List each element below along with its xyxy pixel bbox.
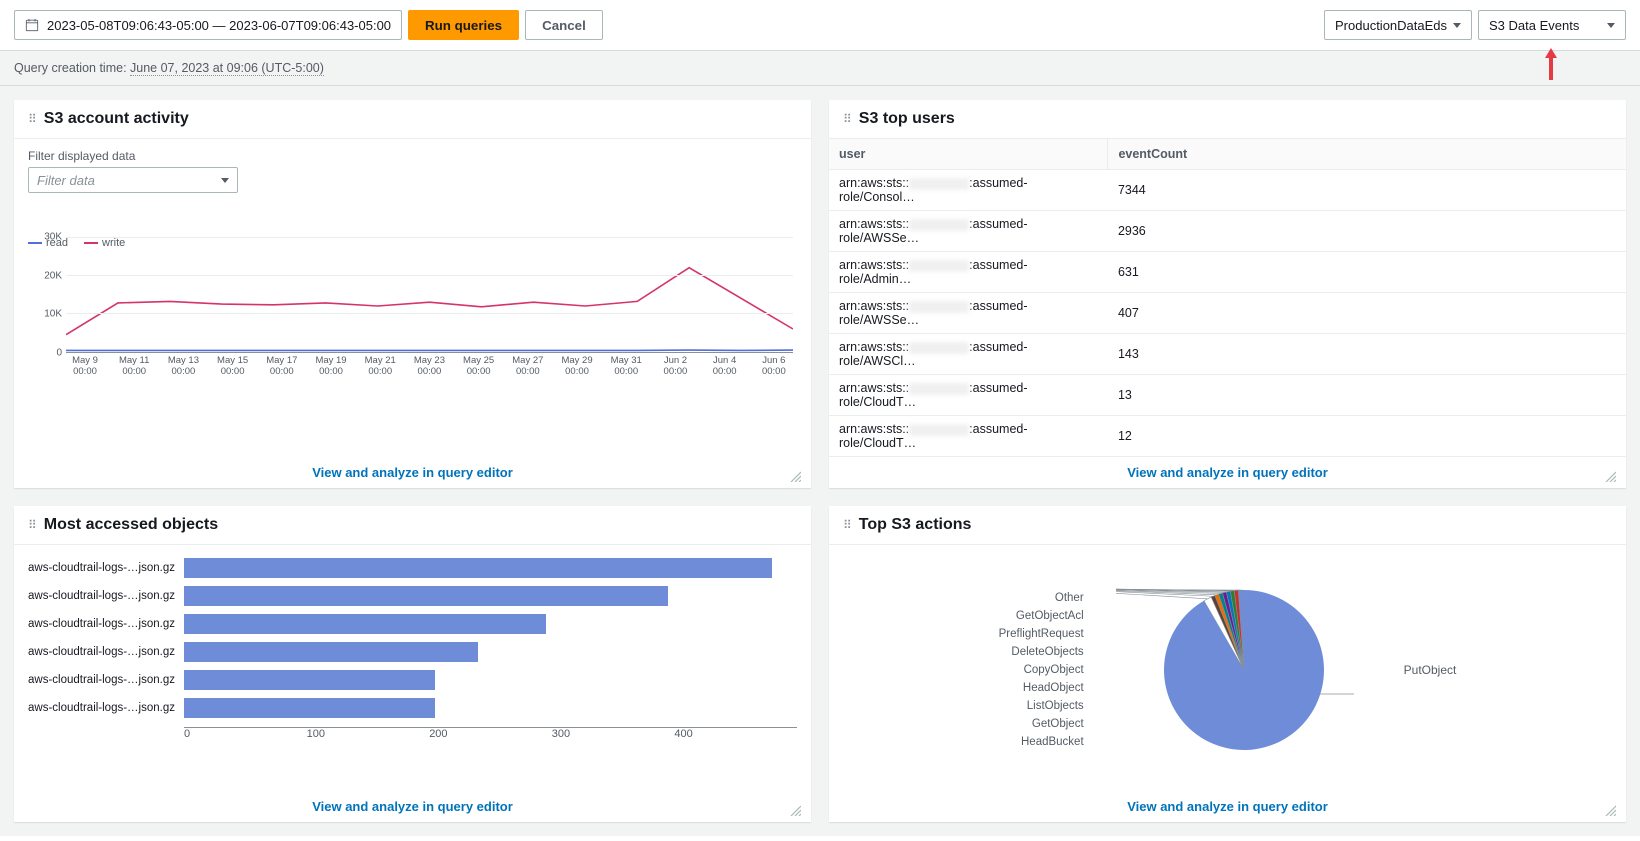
drag-handle-icon[interactable]: ⠿: [28, 112, 36, 126]
cancel-button[interactable]: Cancel: [525, 10, 603, 40]
pie-label: HeadObject: [999, 682, 1084, 694]
annotation-arrow-icon: [1542, 46, 1560, 83]
view-in-editor-link[interactable]: View and analyze in query editor: [312, 799, 513, 814]
pie-label: PreflightRequest: [999, 628, 1084, 640]
y-axis: 010K20K30K: [28, 237, 62, 353]
panel-footer: View and analyze in query editor: [829, 791, 1626, 822]
panel-header: ⠿ Most accessed objects: [14, 506, 811, 545]
col-eventcount[interactable]: eventCount: [1108, 139, 1626, 170]
table-row[interactable]: arn:aws:sts:::assumed-role/AWSSe…407: [829, 293, 1626, 334]
pie-label: GetObjectAcl: [999, 610, 1084, 622]
most-accessed-bar-chart: aws-cloudtrail-logs-…json.gzaws-cloudtra…: [28, 555, 797, 755]
top-actions-pie-chart: Other GetObjectAcl PreflightRequest DeleteO…: [843, 555, 1612, 785]
date-range-text: 2023-05-08T09:06:43-05:00 — 2023-06-07T0…: [47, 18, 391, 33]
top-users-table: user eventCount arn:aws:sts:::assumed-ro…: [829, 139, 1626, 457]
pie-label: Other: [999, 592, 1084, 604]
filter-label: Filter displayed data: [28, 149, 797, 163]
pie-svg: [1114, 560, 1374, 780]
table-row[interactable]: arn:aws:sts:::assumed-role/Admin…631: [829, 252, 1626, 293]
plot-area: [66, 237, 793, 353]
view-in-editor-link[interactable]: View and analyze in query editor: [312, 465, 513, 480]
toolbar-right: ProductionDataEds S3 Data Events: [1324, 10, 1626, 40]
table-row[interactable]: arn:aws:sts:::assumed-role/Consol…7344: [829, 170, 1626, 211]
resize-handle-icon[interactable]: [789, 804, 801, 816]
activity-line-chart: 010K20K30K May 900:00May 1100:00May 1300…: [28, 237, 797, 397]
panel-title: Top S3 actions: [859, 516, 972, 534]
panel-s3-activity: ⠿ S3 account activity Filter displayed d…: [14, 100, 811, 488]
query-time-value: June 07, 2023 at 09:06 (UTC-5:00): [130, 61, 324, 76]
pie-main-label: PutObject: [1404, 663, 1457, 677]
run-queries-button[interactable]: Run queries: [408, 10, 519, 40]
filter-placeholder: Filter data: [37, 173, 95, 188]
bar-row: aws-cloudtrail-logs-…json.gz: [28, 611, 797, 637]
panel-top-users: ⠿ S3 top users user eventCount arn:aws:s…: [829, 100, 1626, 488]
table-header-row: user eventCount: [829, 139, 1626, 170]
panel-title: S3 account activity: [44, 110, 189, 128]
pie-label: HeadBucket: [999, 736, 1084, 748]
panel-footer: View and analyze in query editor: [14, 457, 811, 488]
bar-row: aws-cloudtrail-logs-…json.gz: [28, 667, 797, 693]
top-toolbar: 2023-05-08T09:06:43-05:00 — 2023-06-07T0…: [0, 0, 1640, 51]
filter-data-select[interactable]: Filter data: [28, 167, 238, 193]
panel-body: user eventCount arn:aws:sts:::assumed-ro…: [829, 139, 1626, 457]
chevron-down-icon: [1453, 23, 1461, 28]
drag-handle-icon[interactable]: ⠿: [843, 518, 851, 532]
bar-row: aws-cloudtrail-logs-…json.gz: [28, 583, 797, 609]
resize-handle-icon[interactable]: [789, 470, 801, 482]
panel-most-accessed: ⠿ Most accessed objects aws-cloudtrail-l…: [14, 506, 811, 822]
chevron-down-icon: [221, 178, 229, 183]
data-source-select[interactable]: ProductionDataEds: [1324, 10, 1472, 40]
data-source-value: ProductionDataEds: [1335, 18, 1447, 33]
view-in-editor-link[interactable]: View and analyze in query editor: [1127, 799, 1328, 814]
chevron-down-icon: [1607, 23, 1615, 28]
resize-handle-icon[interactable]: [1604, 804, 1616, 816]
pie-label: CopyObject: [999, 664, 1084, 676]
pie-label: ListObjects: [999, 700, 1084, 712]
query-time-subheader: Query creation time: June 07, 2023 at 09…: [0, 51, 1640, 86]
panel-top-actions: ⠿ Top S3 actions Other GetObjectAcl Prefli…: [829, 506, 1626, 822]
panel-body: Filter displayed data Filter data 010K20…: [14, 139, 811, 457]
resize-handle-icon[interactable]: [1604, 470, 1616, 482]
panel-title: S3 top users: [859, 110, 955, 128]
dashboard-grid: ⠿ S3 account activity Filter displayed d…: [0, 86, 1640, 836]
panel-footer: View and analyze in query editor: [14, 791, 811, 822]
event-type-value: S3 Data Events: [1489, 18, 1579, 33]
x-axis: May 900:00May 1100:00May 1300:00May 1500…: [66, 355, 793, 378]
pie-labels: Other GetObjectAcl PreflightRequest DeleteO…: [999, 592, 1084, 748]
bar-row: aws-cloudtrail-logs-…json.gz: [28, 555, 797, 581]
panel-footer: View and analyze in query editor: [829, 457, 1626, 488]
panel-header: ⠿ S3 top users: [829, 100, 1626, 139]
toolbar-left: 2023-05-08T09:06:43-05:00 — 2023-06-07T0…: [14, 10, 603, 40]
view-in-editor-link[interactable]: View and analyze in query editor: [1127, 465, 1328, 480]
panel-body: aws-cloudtrail-logs-…json.gzaws-cloudtra…: [14, 545, 811, 791]
event-type-select[interactable]: S3 Data Events: [1478, 10, 1626, 40]
x-axis: 0100200300400: [184, 727, 797, 741]
table-row[interactable]: arn:aws:sts:::assumed-role/AWSCl…143: [829, 334, 1626, 375]
drag-handle-icon[interactable]: ⠿: [28, 518, 36, 532]
pie-label: DeleteObjects: [999, 646, 1084, 658]
col-user[interactable]: user: [829, 139, 1108, 170]
bar-row: aws-cloudtrail-logs-…json.gz: [28, 695, 797, 721]
table-row[interactable]: arn:aws:sts:::assumed-role/AWSSe…2936: [829, 211, 1626, 252]
bar-row: aws-cloudtrail-logs-…json.gz: [28, 639, 797, 665]
panel-header: ⠿ S3 account activity: [14, 100, 811, 139]
drag-handle-icon[interactable]: ⠿: [843, 112, 851, 126]
table-row[interactable]: arn:aws:sts:::assumed-role/CloudT…13: [829, 375, 1626, 416]
calendar-icon: [25, 18, 39, 32]
query-time-prefix: Query creation time:: [14, 61, 130, 75]
panel-header: ⠿ Top S3 actions: [829, 506, 1626, 545]
panel-title: Most accessed objects: [44, 516, 218, 534]
date-range-picker[interactable]: 2023-05-08T09:06:43-05:00 — 2023-06-07T0…: [14, 10, 402, 40]
pie-label: GetObject: [999, 718, 1084, 730]
panel-body: Other GetObjectAcl PreflightRequest DeleteO…: [829, 545, 1626, 791]
table-row[interactable]: arn:aws:sts:::assumed-role/CloudT…12: [829, 416, 1626, 457]
